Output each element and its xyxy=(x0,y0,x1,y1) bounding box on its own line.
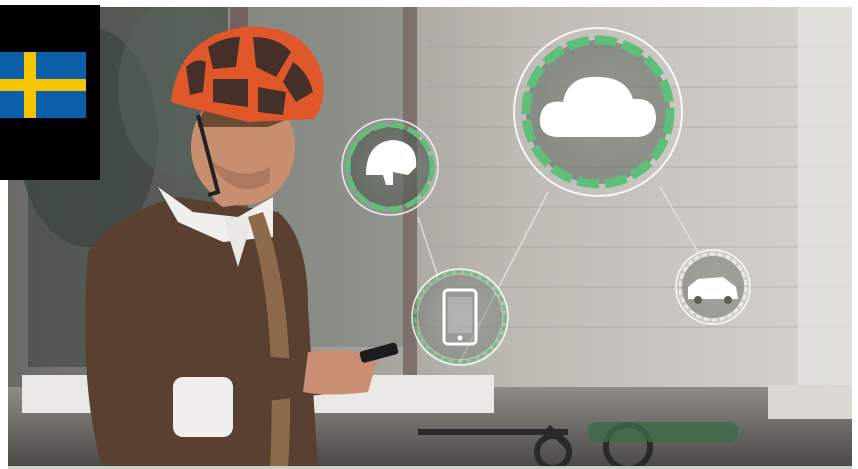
video-player[interactable] xyxy=(8,7,852,469)
cloud-icon xyxy=(510,24,686,200)
video-scene xyxy=(8,7,852,469)
sweden-flag-icon xyxy=(0,52,86,118)
helmet-icon xyxy=(338,115,442,219)
video-frame xyxy=(0,0,858,469)
smartphone-icon xyxy=(408,265,512,369)
language-flag-badge[interactable] xyxy=(0,5,100,180)
car-icon xyxy=(673,247,753,327)
